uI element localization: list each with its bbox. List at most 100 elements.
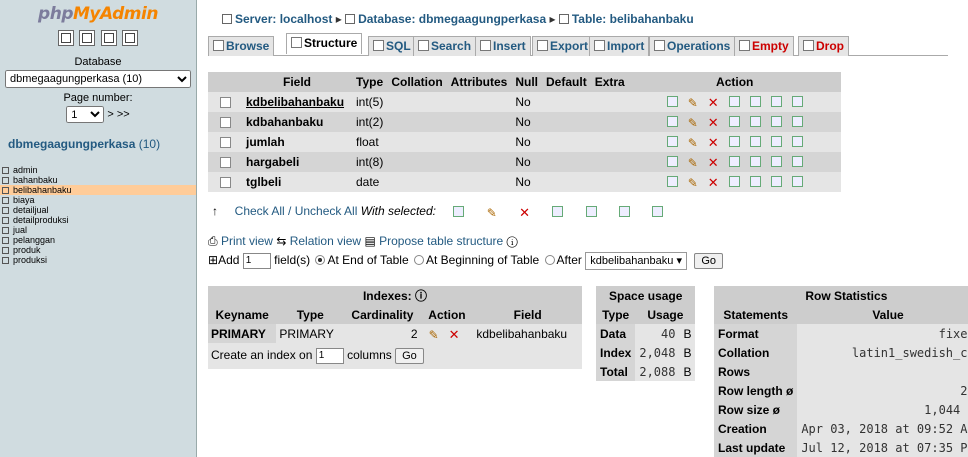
table-icon[interactable] — [2, 197, 9, 204]
tab-import[interactable]: Import — [589, 36, 650, 56]
relation-view-link[interactable]: Relation view — [290, 234, 361, 248]
browse-icon[interactable] — [666, 96, 678, 107]
edit-index-icon[interactable]: ✎ — [429, 328, 439, 342]
browse-selected-icon[interactable] — [453, 206, 465, 217]
fulltext-icon[interactable] — [791, 156, 803, 167]
print-view-link[interactable]: Print view — [221, 234, 273, 248]
table-icon[interactable] — [2, 257, 9, 264]
unique-icon[interactable] — [749, 156, 761, 167]
table-icon[interactable] — [2, 187, 9, 194]
tab-empty[interactable]: Empty — [734, 36, 794, 56]
sidebar-table-belibahanbaku[interactable]: belibahanbaku — [0, 185, 196, 195]
home-icon[interactable] — [58, 30, 75, 46]
sidebar-table-label[interactable]: bahanbaku — [13, 175, 58, 185]
index-columns-input[interactable]: 1 — [315, 348, 344, 364]
fulltext-icon[interactable] — [791, 96, 803, 107]
edit-icon[interactable]: ✎ — [688, 96, 698, 110]
radio-after[interactable] — [544, 255, 555, 266]
sidebar-table-detailproduksi[interactable]: detailproduksi — [0, 215, 196, 225]
unique-icon[interactable] — [749, 96, 761, 107]
drop-icon[interactable]: ✕ — [708, 136, 719, 149]
primary-key-icon[interactable] — [728, 116, 740, 127]
add-go-button[interactable]: Go — [694, 253, 724, 269]
unique-icon[interactable] — [749, 136, 761, 147]
drop-selected-icon[interactable]: ✕ — [519, 206, 530, 219]
unique-selected-icon[interactable] — [585, 206, 597, 217]
table-icon[interactable] — [2, 177, 9, 184]
row-checkbox[interactable] — [219, 97, 231, 108]
fulltext-icon[interactable] — [791, 176, 803, 187]
index-icon[interactable] — [770, 116, 782, 127]
tab-browse[interactable]: Browse — [208, 36, 275, 56]
fulltext-selected-icon[interactable] — [652, 206, 664, 217]
edit-selected-icon[interactable]: ✎ — [487, 206, 497, 220]
browse-icon[interactable] — [666, 136, 678, 147]
sidebar-table-pelanggan[interactable]: pelanggan — [0, 235, 196, 245]
tab-insert[interactable]: Insert — [475, 36, 531, 56]
edit-icon[interactable]: ✎ — [688, 156, 698, 170]
primary-key-icon[interactable] — [728, 176, 740, 187]
propose-structure-link[interactable]: Propose table structure — [379, 234, 503, 248]
primary-key-icon[interactable] — [728, 96, 740, 107]
help-icon[interactable] — [121, 30, 138, 46]
primary-key-icon[interactable] — [728, 136, 740, 147]
row-checkbox[interactable] — [219, 177, 231, 188]
sidebar-table-bahanbaku[interactable]: bahanbaku — [0, 175, 196, 185]
row-checkbox[interactable] — [219, 117, 231, 128]
row-checkbox[interactable] — [219, 137, 231, 148]
sidebar-table-jual[interactable]: jual — [0, 225, 196, 235]
edit-icon[interactable]: ✎ — [688, 136, 698, 150]
unique-icon[interactable] — [749, 116, 761, 127]
check-all-link[interactable]: Check All / Uncheck All — [235, 204, 358, 218]
breadcrumb-server[interactable]: Server: localhost — [235, 12, 332, 26]
index-icon[interactable] — [770, 136, 782, 147]
help-icon[interactable]: ⓘ — [507, 234, 518, 248]
edit-icon[interactable]: ✎ — [688, 176, 698, 190]
table-icon[interactable] — [2, 227, 9, 234]
drop-icon[interactable]: ✕ — [708, 116, 719, 129]
tab-export[interactable]: Export — [532, 36, 594, 56]
edit-icon[interactable]: ✎ — [688, 116, 698, 130]
tab-structure[interactable]: Structure — [286, 33, 363, 54]
sidebar-table-produk[interactable]: produk — [0, 245, 196, 255]
sidebar-table-label[interactable]: jual — [13, 225, 27, 235]
sidebar-table-label[interactable]: detailjual — [13, 205, 49, 215]
breadcrumb-database[interactable]: Database: dbmegaagungperkasa — [358, 12, 546, 26]
database-select[interactable]: dbmegaagungperkasa (10) — [5, 70, 191, 88]
browse-icon[interactable] — [666, 116, 678, 127]
drop-icon[interactable]: ✕ — [708, 176, 719, 189]
index-selected-icon[interactable] — [619, 206, 631, 217]
sidebar-table-detailjual[interactable]: detailjual — [0, 205, 196, 215]
row-checkbox[interactable] — [219, 157, 231, 168]
table-icon[interactable] — [2, 247, 9, 254]
table-icon[interactable] — [2, 167, 9, 174]
docs-icon[interactable] — [100, 30, 117, 46]
sidebar-table-label[interactable]: produksi — [13, 255, 47, 265]
fulltext-icon[interactable] — [791, 136, 803, 147]
sidebar-table-admin[interactable]: admin — [0, 165, 196, 175]
sql-query-icon[interactable] — [79, 30, 96, 46]
tab-drop[interactable]: Drop — [798, 36, 849, 56]
page-select[interactable]: 1 — [66, 106, 105, 123]
table-icon[interactable] — [2, 217, 9, 224]
unique-icon[interactable] — [749, 176, 761, 187]
sidebar-table-label[interactable]: pelanggan — [13, 235, 55, 245]
tab-operations[interactable]: Operations — [649, 36, 736, 56]
tab-search[interactable]: Search — [413, 36, 477, 56]
create-index-go-button[interactable]: Go — [395, 348, 424, 364]
after-field-select[interactable]: kdbelibahanbaku ▾ — [585, 252, 687, 270]
page-next-link[interactable]: > >> — [107, 109, 129, 121]
radio-end-of-table[interactable] — [315, 255, 326, 266]
tab-sql[interactable]: SQL — [368, 36, 416, 56]
add-count-input[interactable]: 1 — [242, 253, 271, 269]
sidebar-table-biaya[interactable]: biaya — [0, 195, 196, 205]
fulltext-icon[interactable] — [791, 116, 803, 127]
phpmyadmin-logo[interactable]: phpMyAdmin — [0, 4, 196, 24]
browse-icon[interactable] — [666, 156, 678, 167]
sidebar-table-label[interactable]: belibahanbaku — [13, 185, 72, 195]
sidebar-db-link[interactable]: dbmegaagungperkasa (10) — [8, 137, 196, 151]
primary-selected-icon[interactable] — [552, 206, 564, 217]
drop-icon[interactable]: ✕ — [708, 156, 719, 169]
index-icon[interactable] — [770, 156, 782, 167]
sidebar-table-label[interactable]: produk — [13, 245, 41, 255]
